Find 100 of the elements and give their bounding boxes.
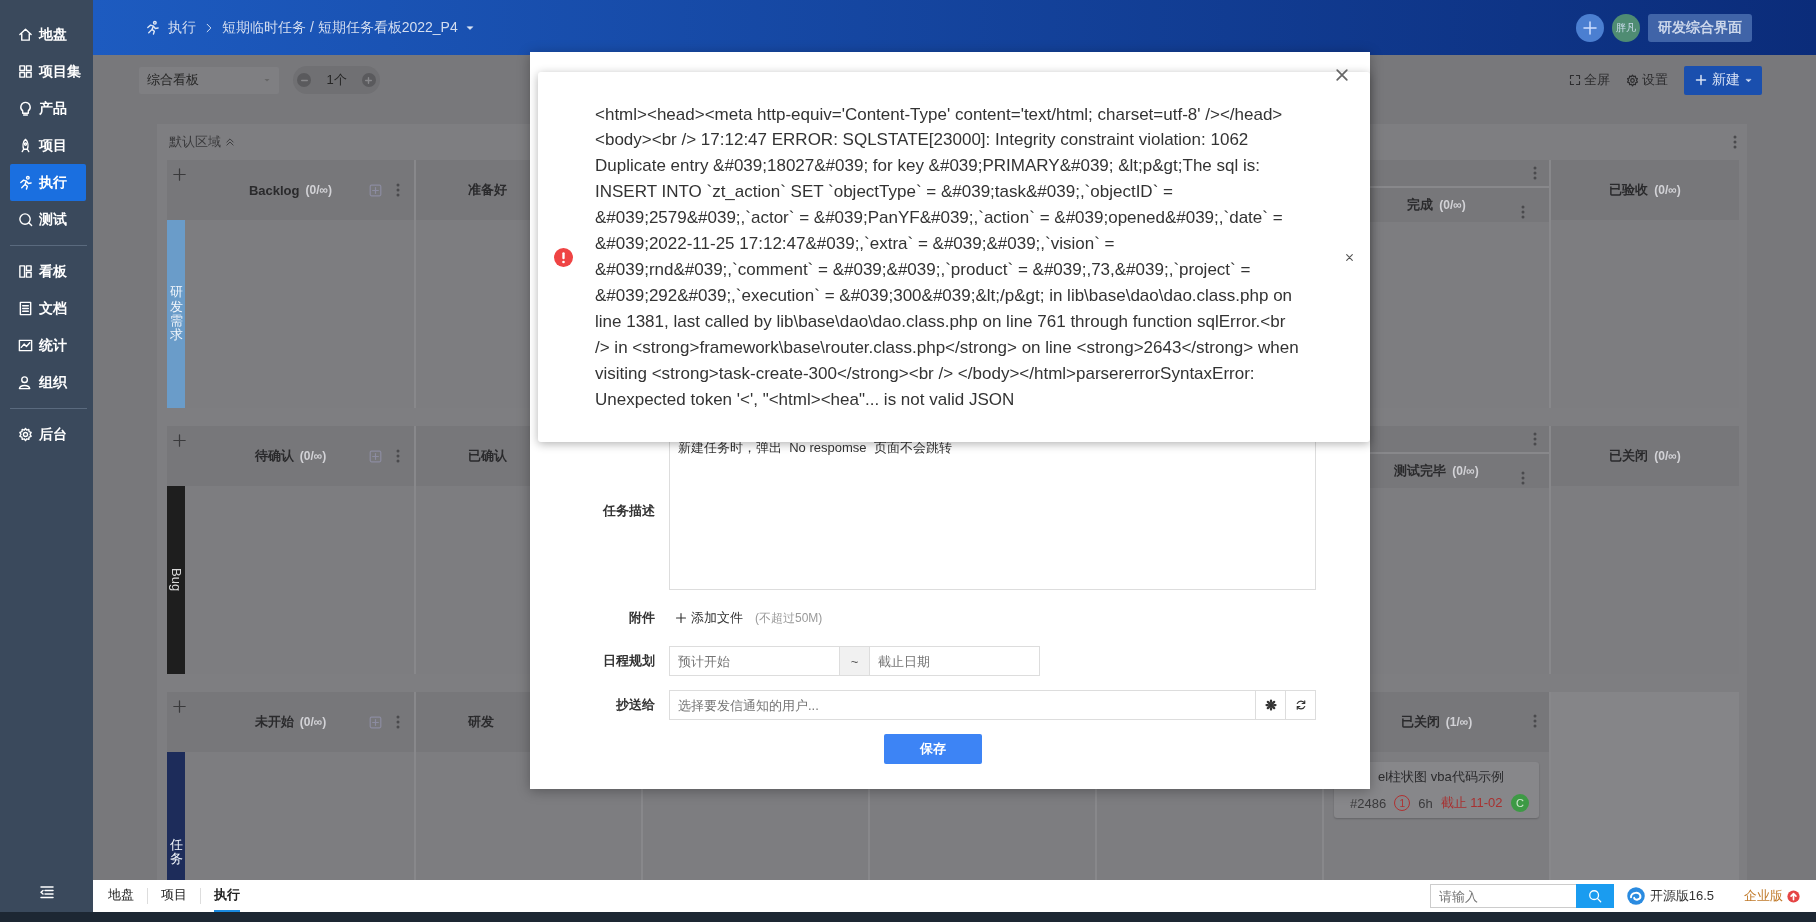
caret-icon	[1744, 76, 1752, 84]
plus-icon	[1582, 19, 1598, 36]
workspace-button[interactable]: 研发综合界面	[1648, 13, 1752, 42]
more-icon[interactable]	[396, 715, 400, 729]
more-icon[interactable]	[396, 183, 400, 197]
bulb-icon	[18, 101, 33, 116]
column-title: 测试完毕	[1394, 462, 1447, 480]
more-icon[interactable]	[1533, 432, 1537, 446]
plus-square-icon	[369, 715, 382, 729]
column-count: (0/∞)	[1654, 449, 1681, 463]
more-icon[interactable]	[1733, 135, 1737, 149]
column-title: 研发	[468, 713, 494, 731]
settings-button[interactable]	[1256, 690, 1286, 720]
nav-tab[interactable]: 项目	[161, 880, 187, 912]
field-label: 任务描述	[601, 502, 656, 520]
plus-icon	[1694, 74, 1707, 86]
board-icon	[18, 264, 33, 279]
save-button[interactable]: 保存	[884, 734, 982, 764]
fullscreen-icon	[1569, 74, 1581, 86]
chart-icon	[18, 338, 33, 353]
sidebar-item[interactable]: 测试	[10, 201, 86, 238]
field-label: 附件	[628, 609, 656, 627]
task-estimate: 6h	[1418, 795, 1433, 811]
runner-icon	[18, 175, 33, 190]
sidebar-item[interactable]: 统计	[10, 327, 86, 364]
runner-icon	[145, 20, 160, 35]
column-count: (0/∞)	[1452, 464, 1479, 478]
column-count: (0/∞)	[299, 449, 327, 463]
plus-square-icon	[369, 183, 382, 197]
column-count: (0/∞)	[1654, 183, 1681, 197]
column-count: (0/∞)	[305, 183, 333, 197]
breadcrumb-link[interactable]: 执行	[168, 18, 196, 37]
region-title: 默认区域	[169, 133, 221, 151]
assignee-avatar: C	[1511, 794, 1529, 812]
lane-label: 研发需求	[167, 220, 185, 408]
add-file-button[interactable]: 添加文件	[669, 609, 743, 627]
sidebar-item[interactable]: 组织	[10, 364, 86, 401]
refresh-button[interactable]	[1286, 690, 1316, 720]
stepper-value: 1个	[326, 71, 347, 89]
sidebar-item[interactable]: 地盘	[10, 16, 86, 53]
close-icon	[1335, 68, 1349, 82]
grid-icon	[18, 64, 33, 79]
sidebar-item[interactable]: 执行	[10, 164, 86, 201]
sidebar-item[interactable]: 产品	[10, 90, 86, 127]
move-icon	[173, 168, 186, 181]
move-icon	[173, 434, 186, 447]
column-count: (0/∞)	[299, 715, 327, 729]
version-label: 开源版16.5	[1649, 887, 1714, 905]
search-button[interactable]	[1575, 884, 1614, 908]
column-title: 未开始	[254, 713, 294, 731]
error-message: <html><head><meta http-equiv='Content-Type' content='text/html; charset=utf-8' /></head><body><br /> 17:12:47 ERROR: SQLSTATE[23000]: Integrity constraint violation: 1062 Duplicate entry &#039;18027&#039; for key &#039;PRIMARY&#039; &lt;p&gt;The sql is: INSERT INTO `zt_action` SET `objectType` = &#039;task&#039;,`objectID` = &#039;2579&#039;,`actor` = &#039;PanYF&#039;,`action` = &#039;opened&#039;,`date` = &#039;2022-11-25 17:12:47&#039;,`extra` = &#039;&#039;,`vision` = &#039;rnd&#039;,`comment` = &#039;&#039;,`product` = &#039;,73,&#039;,`project` = &#039;292&#039;,`execution` = &#039;300&#039;&lt;/p&gt; in lib\base\dao\dao.class.php on line 1381, last called by lib\base\dao\dao.class.php on line 761 through function sqlError.<br /> in <strong>framework\base\router.class.php</strong> on line <strong>2643</strong> when visiting <strong>task-create-300</strong><br /> </body></html>parsererrorSyntaxError: Unexpected token '<', "<html><hea"... is not valid JSON	[595, 103, 1300, 411]
menu-icon	[38, 884, 55, 900]
more-icon[interactable]	[1533, 713, 1537, 728]
end-date-field[interactable]: 截止日期	[869, 646, 1040, 676]
minus-button[interactable]	[297, 73, 311, 87]
column-title: 准备好	[468, 181, 507, 199]
column-title: 已关闭	[1400, 713, 1440, 731]
more-icon[interactable]	[396, 449, 400, 463]
start-date-field[interactable]: 预计开始	[669, 646, 840, 676]
breadcrumb-link[interactable]: 短期临时任务 / 短期任务看板2022_P4	[222, 18, 458, 37]
add-button[interactable]	[1576, 13, 1604, 42]
sidebar-item[interactable]: 文档	[10, 290, 86, 327]
column-title: 待确认	[254, 447, 294, 465]
sidebar-item[interactable]: 项目集	[10, 53, 86, 90]
lane-label: Bug	[167, 486, 185, 674]
task-card[interactable]: el柱状图 vba代码示例 #2486 1 6h 截止 11-02 C	[1334, 762, 1539, 818]
more-icon[interactable]	[1521, 471, 1525, 485]
column-title: 已关闭	[1609, 447, 1649, 465]
plus-icon	[675, 612, 687, 624]
column-title: Backlog	[248, 182, 300, 198]
task-id: #2486	[1350, 795, 1387, 811]
plus-icon	[364, 75, 374, 85]
field-label: 日程规划	[602, 652, 656, 670]
move-icon	[173, 700, 186, 713]
board-select[interactable]: 综合看板	[139, 66, 279, 94]
search-field[interactable]: 请输入	[1429, 884, 1576, 908]
close-icon	[1345, 252, 1354, 262]
error-icon	[554, 247, 573, 267]
home-icon	[18, 27, 33, 42]
sidebar-item[interactable]: 看板	[10, 253, 86, 290]
field-label: 抄送给	[615, 696, 656, 714]
column-title: 已确认	[468, 447, 507, 465]
more-icon[interactable]	[1533, 166, 1537, 180]
plus-square-icon	[369, 449, 382, 463]
sidebar-item[interactable]: 项目	[10, 127, 86, 164]
upgrade-icon	[1787, 889, 1800, 903]
column-count: (0/∞)	[1439, 198, 1466, 212]
new-button[interactable]: 新建	[1684, 65, 1762, 95]
nav-tab[interactable]: 地盘	[108, 880, 134, 912]
file-size-hint: (不超过50M)	[755, 609, 823, 627]
sidebar-item[interactable]: 后台	[10, 416, 86, 453]
search-icon	[1587, 889, 1602, 903]
more-icon[interactable]	[1521, 205, 1525, 219]
enterprise-link[interactable]: 企业版	[1744, 887, 1783, 905]
column-count: (1/∞)	[1445, 715, 1473, 729]
collapse-icon	[225, 137, 235, 147]
cc-field[interactable]: 选择要发信通知的用户...	[669, 690, 1256, 720]
close-button[interactable]	[1333, 66, 1351, 84]
document-icon	[18, 301, 33, 316]
plus-button[interactable]	[362, 73, 376, 87]
